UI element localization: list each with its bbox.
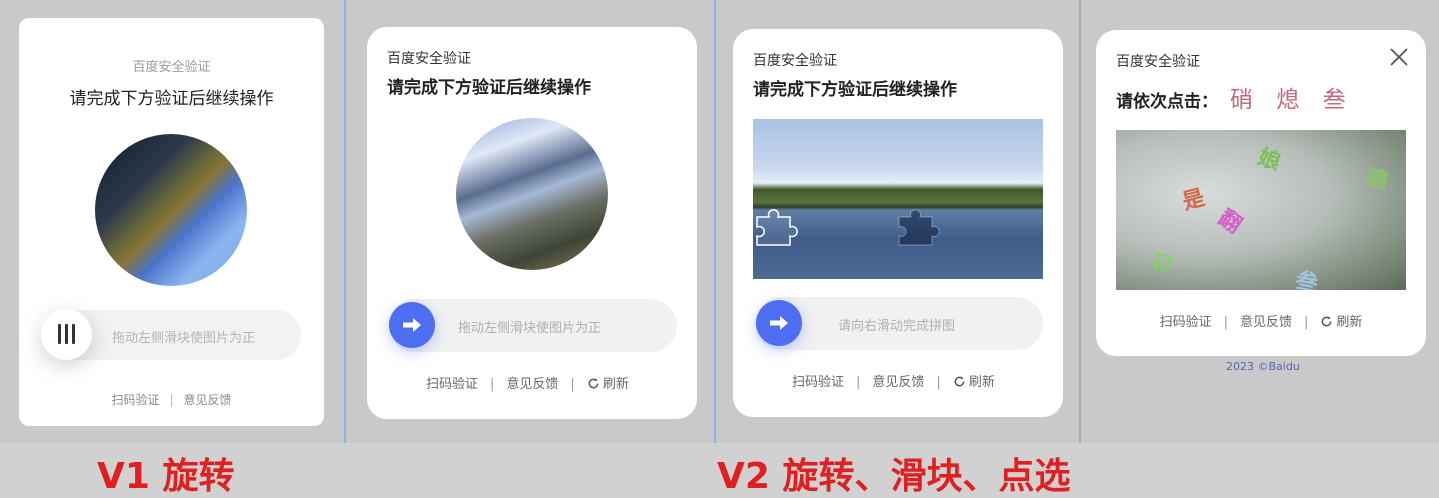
captcha-title: 百度安全验证 <box>1116 54 1200 70</box>
click-image[interactable]: 娘 是 德 翻 心 叁 <box>1116 130 1406 290</box>
refresh-icon <box>954 376 965 387</box>
puzzle-hole-icon <box>898 209 940 246</box>
divider <box>1079 0 1081 443</box>
captcha-title: 百度安全验证 <box>387 51 471 67</box>
refresh-icon <box>1321 316 1332 327</box>
v1-rotate-captcha-card: 百度安全验证 请完成下方验证后继续操作 拖动左侧滑块使图片为正 扫码验证 | 意见反… <box>19 18 324 426</box>
captcha-footer: 扫码验证 | 意见反馈 | 刷新 <box>426 373 629 392</box>
scan-verify-link[interactable]: 扫码验证 <box>111 393 159 407</box>
slider-hint: 请向右滑动完成拼图 <box>838 319 956 334</box>
image-char[interactable]: 心 <box>1144 241 1178 279</box>
v2-puzzle-captcha-card: 百度安全验证 请完成下方验证后继续操作 请向右滑动完成拼图 扫码验证 | 意见反馈 |… <box>733 29 1063 417</box>
captcha-footer: 扫码验证 | 意见反馈 | 刷新 <box>792 371 995 390</box>
footer-separator: | <box>936 375 941 390</box>
captcha-title: 百度安全验证 <box>753 53 837 69</box>
click-instruction: 请依次点击： <box>1116 92 1218 112</box>
footer-separator: | <box>490 377 495 392</box>
slider-knob[interactable] <box>41 309 92 360</box>
footer-separator: | <box>1223 315 1228 330</box>
label-v2: V2 旋转、滑块、点选 <box>717 456 1071 497</box>
scan-verify-link[interactable]: 扫码验证 <box>792 375 844 390</box>
arrow-right-icon <box>770 316 788 330</box>
captcha-subtitle: 请完成下方验证后继续操作 <box>69 89 274 109</box>
scan-verify-link[interactable]: 扫码验证 <box>426 377 478 392</box>
v2-rotate-captcha-card: 百度安全验证 请完成下方验证后继续操作 拖动左侧滑块使图片为正 扫码验证 | 意见反… <box>367 27 697 419</box>
label-v1: V1 旋转 <box>97 456 235 497</box>
refresh-button[interactable]: 刷新 <box>1320 315 1362 330</box>
footer-separator: | <box>856 375 861 390</box>
target-characters: 硝 熄 叁 <box>1230 87 1354 113</box>
divider <box>344 0 346 443</box>
captcha-footer: 扫码验证 | 意见反馈 <box>19 391 324 408</box>
divider <box>714 0 716 443</box>
image-char[interactable]: 德 <box>1363 160 1391 196</box>
copyright: 2023 ©Baidu <box>1226 360 1300 373</box>
close-icon[interactable] <box>1389 47 1409 67</box>
refresh-icon <box>588 378 599 389</box>
slider-bars-icon <box>58 324 76 344</box>
footer-separator: | <box>1304 315 1309 330</box>
refresh-button[interactable]: 刷新 <box>587 377 629 392</box>
puzzle-piece-icon[interactable] <box>755 205 799 247</box>
feedback-link[interactable]: 意见反馈 <box>872 375 924 390</box>
footer-separator: | <box>570 377 575 392</box>
image-char[interactable]: 叁 <box>1293 262 1320 290</box>
image-char[interactable]: 娘 <box>1254 139 1286 177</box>
captcha-title: 百度安全验证 <box>132 60 211 75</box>
captcha-footer: 扫码验证 | 意见反馈 | 刷新 <box>1096 311 1426 330</box>
refresh-label: 刷新 <box>602 377 629 392</box>
refresh-button[interactable]: 刷新 <box>953 375 995 390</box>
refresh-label: 刷新 <box>1336 315 1363 330</box>
feedback-link[interactable]: 意见反馈 <box>506 377 558 392</box>
refresh-label: 刷新 <box>968 375 995 390</box>
feedback-link[interactable]: 意见反馈 <box>1240 315 1292 330</box>
slider-hint: 拖动左侧滑块使图片为正 <box>458 321 602 336</box>
slider-knob[interactable] <box>756 300 802 346</box>
arrow-right-icon <box>403 318 421 332</box>
captcha-subtitle: 请完成下方验证后继续操作 <box>387 78 591 98</box>
rotate-image <box>456 118 608 270</box>
footer-separator: | <box>169 393 174 407</box>
feedback-link[interactable]: 意见反馈 <box>184 393 232 407</box>
rotate-image <box>95 134 247 286</box>
scan-verify-link[interactable]: 扫码验证 <box>1160 315 1212 330</box>
image-char[interactable]: 翻 <box>1213 201 1249 240</box>
slider-hint: 拖动左侧滑块使图片为正 <box>112 331 256 346</box>
captcha-subtitle: 请完成下方验证后继续操作 <box>753 80 957 100</box>
v2-click-captcha-card: 百度安全验证 请依次点击： 硝 熄 叁 娘 是 德 翻 心 叁 扫码验证 | 意见反… <box>1096 30 1426 356</box>
image-char[interactable]: 是 <box>1178 180 1208 217</box>
slider-knob[interactable] <box>389 302 435 348</box>
puzzle-image <box>753 119 1043 279</box>
